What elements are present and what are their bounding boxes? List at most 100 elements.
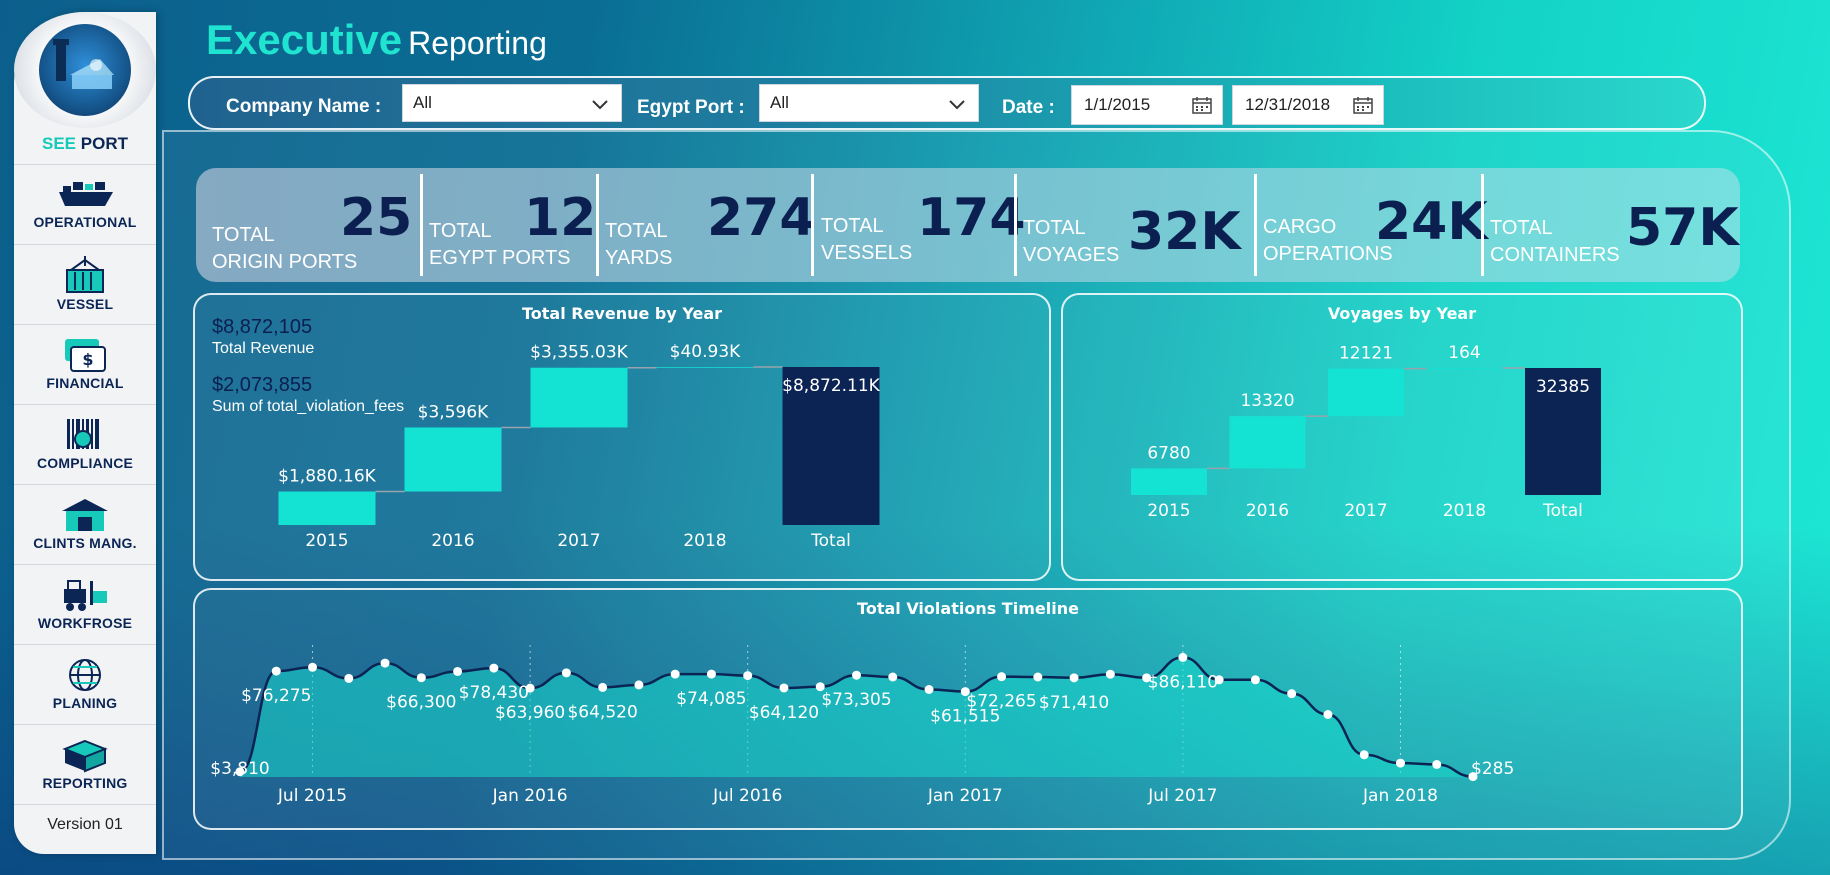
nav-label: REPORTING xyxy=(42,775,128,791)
data-label: 32385 xyxy=(1536,377,1590,397)
ship-icon xyxy=(59,182,113,206)
kpi-divider xyxy=(811,174,814,276)
x-tick-label: 2018 xyxy=(1443,501,1486,521)
kpi-value: 174 xyxy=(917,188,1026,248)
bar xyxy=(1426,368,1503,369)
kpi-label-line1: TOTAL xyxy=(1023,217,1086,239)
nav-operational[interactable]: OPERATIONAL xyxy=(14,164,156,243)
nav-planning[interactable]: PLANING xyxy=(14,644,156,723)
x-tick-label: 2015 xyxy=(305,531,348,551)
nav-label: VESSEL xyxy=(56,296,114,312)
x-tick-label: 2015 xyxy=(1147,501,1190,521)
port-filter-label: Egypt Port : xyxy=(637,97,745,118)
end-date-input[interactable]: 12/31/2018 xyxy=(1232,85,1384,125)
data-label: $64,520 xyxy=(567,702,637,722)
revenue-waterfall-chart: $1,880.16K 2015 $3,596K 2016 $3,355.03K 2017 $… xyxy=(278,342,881,551)
kpi-egypt-ports: TOTAL EGYPT PORTS 12 xyxy=(429,168,599,282)
data-point xyxy=(1033,672,1043,682)
data-point xyxy=(1178,652,1188,662)
container-icon xyxy=(66,256,104,293)
data-label: $76,275 xyxy=(241,686,311,706)
data-point xyxy=(1432,760,1442,769)
kpi-label-line2: VESSELS xyxy=(821,242,913,264)
data-label: $64,120 xyxy=(749,703,819,723)
data-label: $8,872.11K xyxy=(782,376,881,396)
nav-reporting[interactable]: REPORTING xyxy=(14,724,156,803)
kpi-divider xyxy=(1014,174,1017,276)
data-label: $1,880.16K xyxy=(278,467,377,487)
data-point xyxy=(997,672,1007,682)
data-label: $72,265 xyxy=(966,692,1036,712)
nav-compliance[interactable]: COMPLIANCE xyxy=(14,404,156,483)
kpi-label-line2: ORIGIN PORTS xyxy=(212,251,358,273)
calendar-icon[interactable] xyxy=(1353,96,1373,114)
svg-text:$: $ xyxy=(82,350,93,369)
data-label: $285 xyxy=(1471,759,1514,779)
x-tick-label: Jan 2016 xyxy=(492,786,568,806)
sidebar: SEE PORT OPERATIONAL VESSEL $ FINANCIAL xyxy=(14,12,156,854)
data-label: 6780 xyxy=(1147,443,1190,463)
data-point xyxy=(598,682,608,692)
kpi-label-line1: TOTAL xyxy=(821,215,884,237)
kpi-divider xyxy=(1254,174,1257,276)
voyages-card: Voyages by Year 6780 2015 13320 2016 12121 20… xyxy=(1061,293,1743,581)
version-label: Version 01 xyxy=(47,816,123,833)
data-label: 164 xyxy=(1448,343,1480,363)
violations-area-chart: Jul 2015 Jan 2016 Jul 2016 Jan 2017 Jul 2017… xyxy=(210,645,1514,806)
x-tick-label: 2016 xyxy=(1246,501,1289,521)
data-point xyxy=(271,666,281,676)
data-point xyxy=(1323,710,1333,719)
kpi-value: 32K xyxy=(1128,202,1241,262)
data-point xyxy=(779,683,789,693)
kpi-bar: TOTAL ORIGIN PORTS 25 TOTAL EGYPT PORTS … xyxy=(196,168,1740,282)
data-point xyxy=(453,666,463,676)
x-tick-label: Jul 2017 xyxy=(1147,786,1217,806)
end-date-value: 12/31/2018 xyxy=(1245,95,1331,114)
bar xyxy=(1131,468,1207,495)
nav-workforce[interactable]: WORKFROSE xyxy=(14,564,156,643)
kpi-label-line1: TOTAL xyxy=(212,224,275,246)
nav-clients[interactable]: CLINTS MANG. xyxy=(14,484,156,563)
nav-label: WORKFROSE xyxy=(37,615,133,631)
title-bold: Executive xyxy=(206,16,403,63)
nav-financial[interactable]: $ FINANCIAL xyxy=(14,324,156,403)
data-label: $78,430 xyxy=(459,683,529,703)
x-tick-label: Total xyxy=(1542,501,1583,521)
chevron-down-icon xyxy=(949,100,965,110)
company-dropdown[interactable]: All xyxy=(402,84,622,122)
kpi-label-line1: TOTAL xyxy=(429,220,492,242)
warehouse-icon xyxy=(62,499,108,531)
forklift-icon xyxy=(64,580,107,611)
bar xyxy=(278,491,376,525)
bar xyxy=(530,367,628,428)
data-label: $74,085 xyxy=(676,689,746,709)
data-point xyxy=(924,685,934,694)
x-tick-label: 2017 xyxy=(557,531,600,551)
data-label: 13320 xyxy=(1240,391,1294,411)
data-label: $71,410 xyxy=(1039,693,1109,713)
data-label: $73,305 xyxy=(821,690,891,710)
title-rest: Reporting xyxy=(408,25,547,61)
kpi-divider xyxy=(596,174,599,276)
data-label: $86,110 xyxy=(1148,672,1218,692)
kpi-cargo-operations: CARGO OPERATIONS 24K xyxy=(1263,168,1488,282)
calendar-icon[interactable] xyxy=(1192,96,1212,114)
port-dropdown-value: All xyxy=(770,93,789,112)
x-tick-label: Jan 2018 xyxy=(1362,786,1438,806)
data-label: $3,810 xyxy=(210,759,269,779)
bar xyxy=(1328,368,1404,417)
kpi-label-line2: YARDS xyxy=(605,247,673,269)
nav-vessel[interactable]: VESSEL xyxy=(14,244,156,323)
data-point xyxy=(634,680,644,690)
start-date-input[interactable]: 1/1/2015 xyxy=(1071,85,1223,125)
logo[interactable] xyxy=(14,12,156,128)
kpi-value: 25 xyxy=(340,188,413,248)
data-point xyxy=(888,672,898,682)
data-point xyxy=(380,658,390,668)
kpi-value: 274 xyxy=(707,188,816,248)
port-dropdown[interactable]: All xyxy=(759,84,979,122)
x-tick-label: Jul 2015 xyxy=(277,786,347,806)
data-point xyxy=(1105,669,1115,679)
kpi-value: 12 xyxy=(524,188,597,248)
company-dropdown-value: All xyxy=(413,93,432,112)
